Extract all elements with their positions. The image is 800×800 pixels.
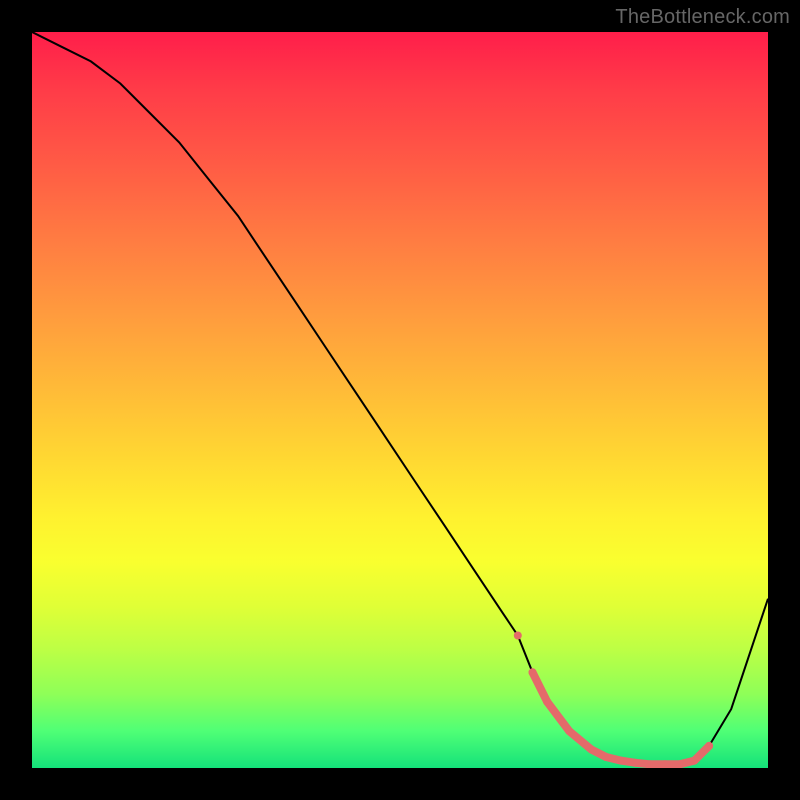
bottleneck-curve <box>32 32 768 764</box>
marker-dot <box>705 742 713 750</box>
plot-area <box>32 32 768 768</box>
marker-dot <box>514 632 522 640</box>
marker-segment <box>569 731 591 749</box>
chart-frame: TheBottleneck.com <box>0 0 800 800</box>
marker-dot <box>529 668 537 676</box>
chart-svg <box>32 32 768 768</box>
marker-group <box>514 632 713 765</box>
marker-segment <box>547 702 569 731</box>
marker-dot <box>543 698 551 706</box>
watermark-text: TheBottleneck.com <box>615 6 790 29</box>
marker-segment <box>533 672 548 702</box>
